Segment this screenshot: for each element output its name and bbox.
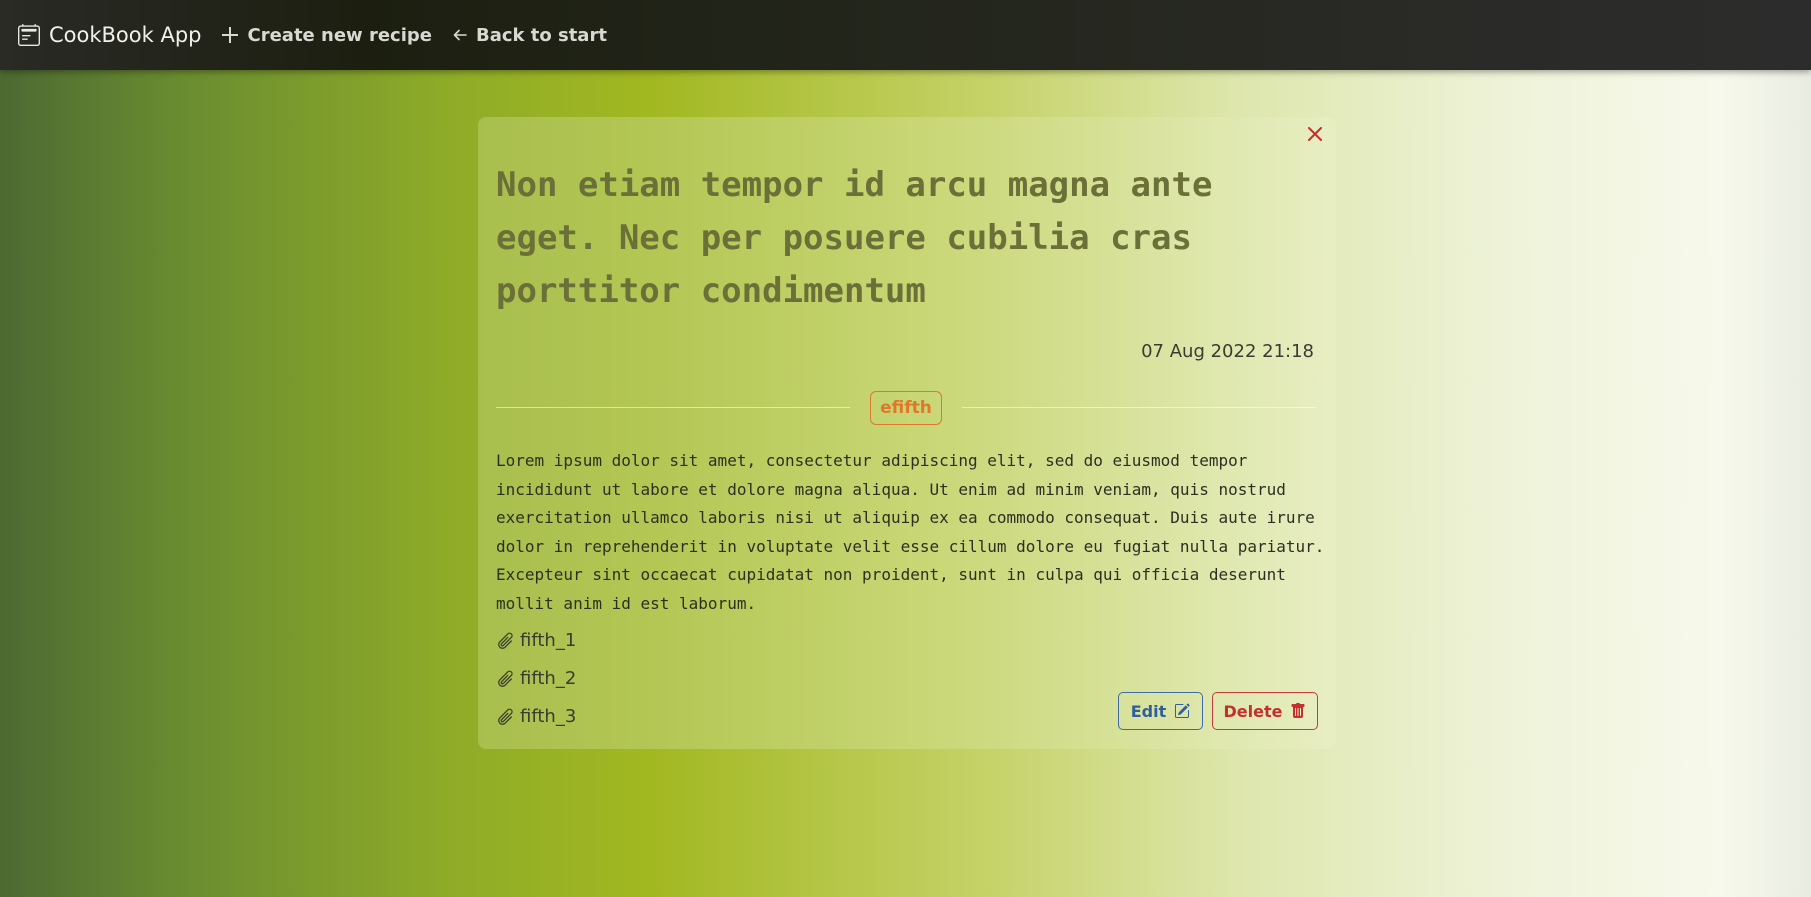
paperclip-icon <box>498 670 513 687</box>
attachment-label: fifth_3 <box>520 706 577 727</box>
attachment-item[interactable]: fifth_3 <box>496 706 576 727</box>
recipe-description: Lorem ipsum dolor sit amet, consectetur … <box>496 451 1325 613</box>
recipe-date: 07 Aug 2022 21:18 <box>1141 341 1314 362</box>
attachment-label: fifth_1 <box>520 630 577 651</box>
create-recipe-label: Create new recipe <box>247 24 432 46</box>
delete-label: Delete <box>1223 701 1283 721</box>
brand-link[interactable]: CookBook App <box>18 23 202 47</box>
edit-label: Edit <box>1130 701 1167 721</box>
divider-left <box>496 407 850 408</box>
calendar-icon <box>18 24 40 46</box>
plus-icon <box>221 27 238 43</box>
attachment-item[interactable]: fifth_1 <box>496 630 576 651</box>
back-to-start-link[interactable]: Back to start <box>452 25 607 46</box>
pencil-square-icon <box>1175 703 1190 718</box>
recipe-tag[interactable]: efifth <box>870 391 942 425</box>
attachment-label: fifth_2 <box>520 668 577 689</box>
divider-right <box>962 407 1316 408</box>
create-recipe-link[interactable]: Create new recipe <box>220 25 432 46</box>
paperclip-icon <box>498 708 513 725</box>
edit-button[interactable]: Edit <box>1118 692 1203 730</box>
delete-button[interactable]: Delete <box>1212 692 1318 730</box>
attachment-item[interactable]: fifth_2 <box>496 668 576 689</box>
paperclip-icon <box>498 632 513 649</box>
close-icon[interactable] <box>1304 123 1326 145</box>
recipe-title: Non etiam tempor id arcu magna ante eget… <box>496 165 1213 311</box>
arrow-left-icon <box>453 29 467 41</box>
brand-label: CookBook App <box>49 23 202 47</box>
recipe-card: Non etiam tempor id arcu magna ante eget… <box>478 117 1336 749</box>
back-to-start-label: Back to start <box>475 24 607 46</box>
trash-icon <box>1291 703 1305 718</box>
top-navbar: CookBook App Create new recipe Back to s… <box>0 0 1811 70</box>
